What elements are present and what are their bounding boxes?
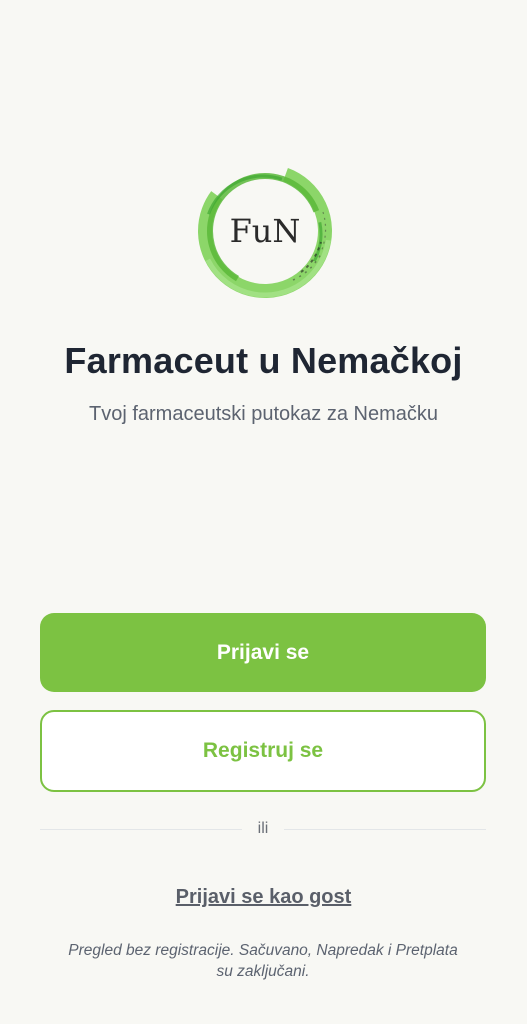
guest-note-line1: Pregled bez registracije. Sačuvano, Napr…	[68, 942, 458, 959]
login-button-label: Prijavi se	[216, 640, 310, 664]
page-title: Farmaceut u Nemačkoj	[64, 340, 463, 381]
guest-note: Pregled bez registracije. Sačuvano, Napr…	[40, 940, 486, 982]
page-subtitle: Tvoj farmaceutski putokaz za Nemačku	[88, 403, 439, 425]
guest-note-line2: su zaključani.	[216, 963, 310, 980]
or-divider: ili	[40, 818, 487, 840]
divider-line-left	[40, 828, 242, 830]
divider-line-right	[284, 828, 487, 830]
app-logo: FuN	[183, 152, 345, 307]
logo-text: FuN	[230, 212, 301, 250]
divider-label: ili	[257, 820, 269, 837]
brush-circle-icon: FuN	[198, 164, 332, 298]
register-button[interactable]: Registruj se	[40, 710, 486, 792]
guest-login-link[interactable]: Prijavi se kao gost	[176, 886, 352, 908]
guest-login: Prijavi se kao gost	[0, 886, 527, 909]
register-button-label: Registruj se	[202, 739, 324, 762]
login-button[interactable]: Prijavi se	[40, 613, 486, 692]
